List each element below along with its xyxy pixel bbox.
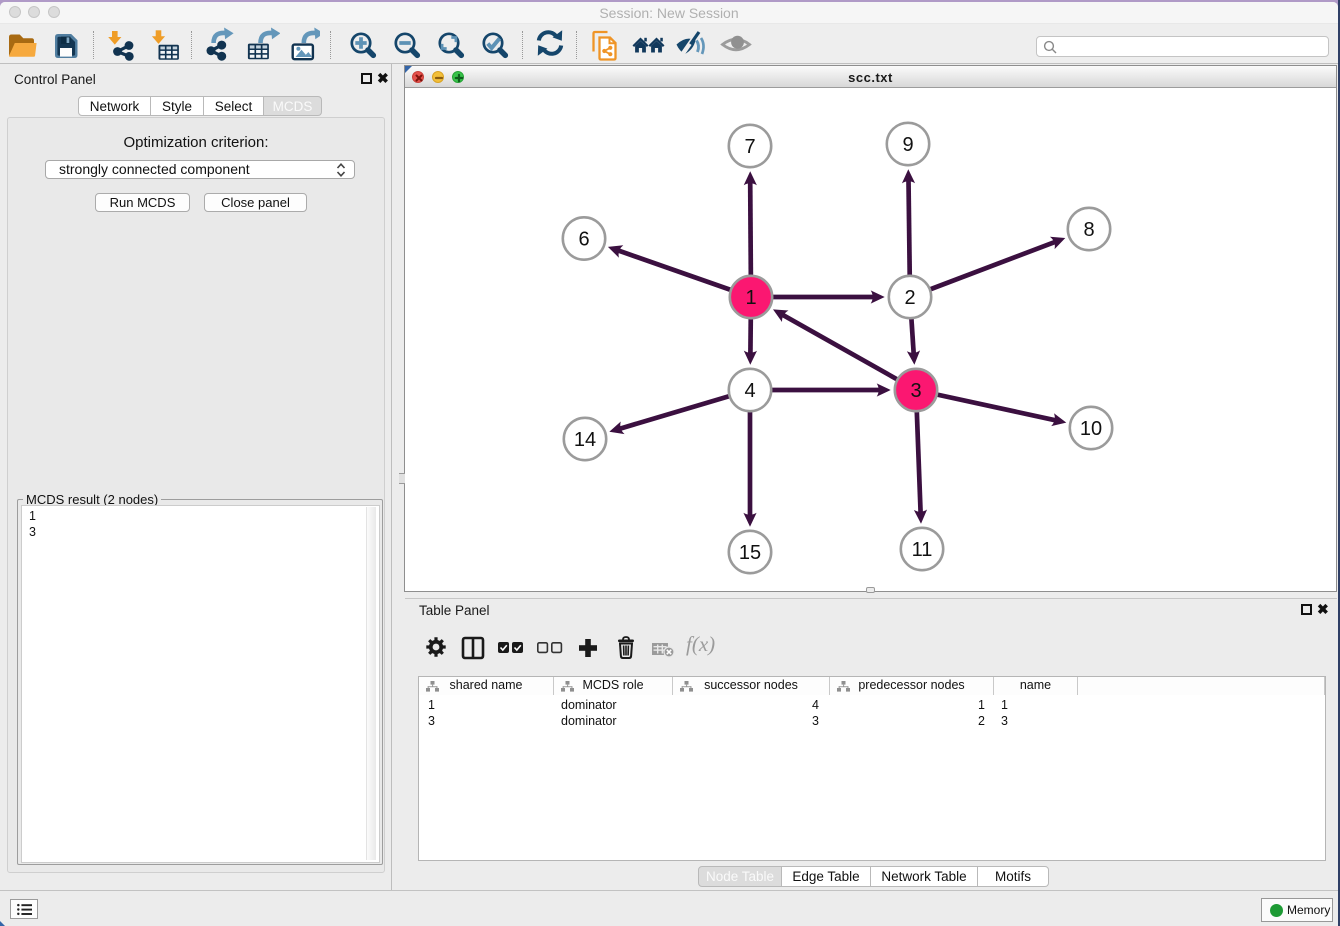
svg-text:3: 3 <box>910 380 921 402</box>
svg-text:14: 14 <box>574 429 596 451</box>
svg-text:1: 1 <box>745 287 756 309</box>
svg-text:8: 8 <box>1083 219 1094 241</box>
svg-text:9: 9 <box>902 134 913 156</box>
svg-text:4: 4 <box>744 380 755 402</box>
svg-text:10: 10 <box>1080 418 1102 440</box>
svg-text:11: 11 <box>912 539 933 561</box>
svg-text:15: 15 <box>739 542 761 564</box>
svg-text:7: 7 <box>744 136 755 158</box>
svg-text:2: 2 <box>904 287 915 309</box>
svg-text:6: 6 <box>578 229 589 251</box>
